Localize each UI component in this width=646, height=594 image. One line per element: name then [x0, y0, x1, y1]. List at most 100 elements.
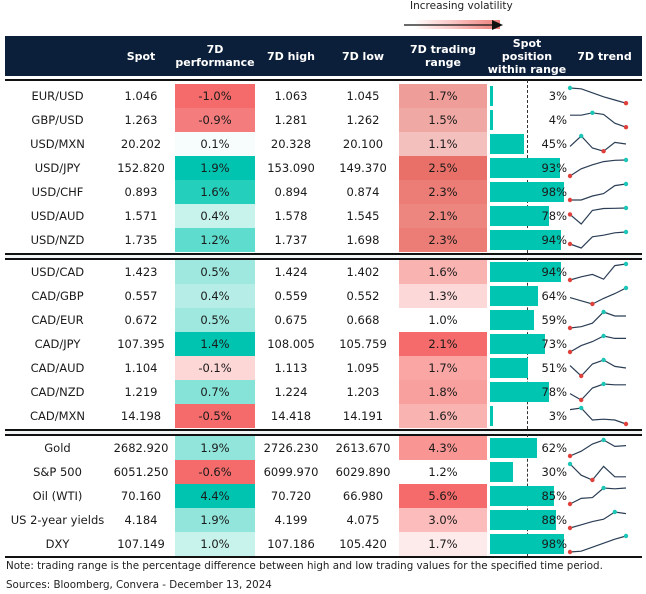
trend-line — [569, 287, 627, 305]
trend-line — [569, 383, 626, 401]
trading-range-value: 1.7% — [399, 356, 487, 380]
instrument-label: S&P 500 — [33, 465, 82, 479]
trend-low-marker — [623, 421, 629, 427]
trend-line — [569, 207, 627, 225]
table-row: EUR/USD 1.046 -1.0% 1.063 1.045 1.7% 3% — [5, 84, 642, 108]
spot-position-value: 59% — [541, 313, 567, 327]
spot-value: 6051.250 — [113, 465, 169, 479]
spot-position-value: 30% — [541, 465, 567, 479]
spot-value: 1.735 — [124, 233, 158, 247]
spot-position-value: 93% — [541, 161, 567, 175]
spot-position-value: 78% — [541, 209, 567, 223]
spot-position-cell: 51% — [490, 356, 567, 380]
performance-value: 1.9% — [175, 508, 255, 532]
trend-sparkline — [567, 85, 629, 106]
spot-position-value: 51% — [541, 361, 567, 375]
trend-low-marker — [567, 325, 573, 331]
trend-high-marker — [567, 461, 573, 467]
low-value: 66.980 — [342, 489, 384, 503]
instrument-label: USD/CHF — [31, 185, 84, 199]
instrument-label: CAD/JPY — [34, 337, 81, 351]
trend-sparkline — [569, 381, 626, 403]
trend-high-marker — [590, 110, 595, 115]
trend-low-marker — [623, 125, 629, 130]
low-value: 4.075 — [346, 513, 380, 527]
trend-line — [569, 335, 626, 353]
performance-value: 0.1% — [175, 132, 255, 156]
trading-range-value: 2.3% — [399, 180, 487, 204]
table-row: GBP/USD 1.263 -0.9% 1.281 1.262 1.5% 4% — [5, 108, 642, 132]
trading-range-value: 1.7% — [399, 84, 487, 108]
trend-high-marker — [601, 485, 606, 491]
trend-line — [569, 511, 627, 529]
high-value: 70.720 — [270, 489, 312, 503]
instrument-label: GBP/USD — [31, 113, 84, 127]
high-value: 2726.230 — [263, 441, 319, 455]
trend-low-marker — [623, 101, 629, 106]
trend-high-marker — [623, 285, 629, 291]
performance-value: 1.2% — [175, 228, 255, 252]
trend-high-marker — [601, 381, 606, 387]
trading-range-value: 1.1% — [399, 132, 487, 156]
high-value: 1.113 — [274, 361, 308, 375]
low-value: 2613.670 — [335, 441, 391, 455]
spot-position-cell: 4% — [490, 108, 567, 132]
spot-position-cell: 93% — [490, 156, 567, 180]
spot-position-value: 62% — [541, 441, 567, 455]
performance-value: -0.1% — [175, 356, 255, 380]
spot-value: 152.820 — [117, 161, 165, 175]
trend-low-marker — [567, 277, 573, 283]
spot-position-value: 98% — [541, 537, 567, 551]
spot-value: 107.395 — [117, 337, 165, 351]
high-value: 107.186 — [267, 537, 315, 551]
instrument-label: CAD/AUD — [30, 361, 85, 375]
trend-line — [569, 159, 627, 177]
trend-high-marker — [601, 333, 606, 339]
trading-range-value: 1.6% — [399, 404, 487, 428]
trend-high-marker — [579, 133, 584, 139]
instrument-label: USD/CAD — [30, 265, 85, 279]
spot-value: 0.557 — [124, 289, 158, 303]
trading-range-value: 5.6% — [399, 484, 487, 508]
high-value: 1.224 — [274, 385, 308, 399]
spot-value: 1.046 — [124, 89, 158, 103]
trend-high-marker — [623, 533, 629, 539]
spot-position-bar — [490, 406, 493, 426]
trend-high-marker — [579, 405, 584, 411]
trading-range-value: 1.5% — [399, 108, 487, 132]
trading-range-value: 1.0% — [399, 308, 487, 332]
performance-value: 1.4% — [175, 332, 255, 356]
sources: Sources: Bloomberg, Convera - December 1… — [6, 579, 272, 591]
high-value: 4.199 — [274, 513, 308, 527]
spot-value: 0.893 — [124, 185, 158, 199]
spot-value: 70.160 — [120, 489, 162, 503]
high-value: 1.063 — [274, 89, 308, 103]
performance-value: 0.4% — [175, 204, 255, 228]
high-value: 6099.970 — [263, 465, 319, 479]
trend-sparkline — [567, 261, 629, 283]
performance-value: 1.6% — [175, 180, 255, 204]
trend-line — [569, 487, 627, 505]
header-spot-position: Spot position within range — [487, 36, 567, 76]
spot-position-value: 45% — [541, 137, 567, 151]
arrow-right-icon — [404, 20, 503, 30]
table-row: CAD/GBP 0.557 0.4% 0.559 0.552 1.3% 64% — [5, 284, 642, 308]
table-row: USD/JPY 152.820 1.9% 153.090 149.370 2.5% 93% — [5, 156, 642, 180]
spot-position-cell: 85% — [490, 484, 567, 508]
high-value: 1.737 — [274, 233, 308, 247]
trading-range-value: 1.8% — [399, 380, 487, 404]
trend-line — [569, 263, 627, 281]
low-value: 105.420 — [339, 537, 387, 551]
trend-low-marker — [567, 501, 573, 507]
spot-value: 1.571 — [124, 209, 158, 223]
spot-position-cell: 3% — [490, 84, 567, 108]
spot-value: 0.672 — [124, 313, 158, 327]
trading-range-value: 1.2% — [399, 460, 487, 484]
performance-value: -0.6% — [175, 460, 255, 484]
trend-low-marker — [590, 301, 595, 307]
trading-range-value: 3.0% — [399, 508, 487, 532]
trend-high-marker — [567, 85, 573, 91]
spot-value: 4.184 — [124, 513, 158, 527]
high-value: 0.559 — [274, 289, 308, 303]
high-value: 0.675 — [274, 313, 308, 327]
